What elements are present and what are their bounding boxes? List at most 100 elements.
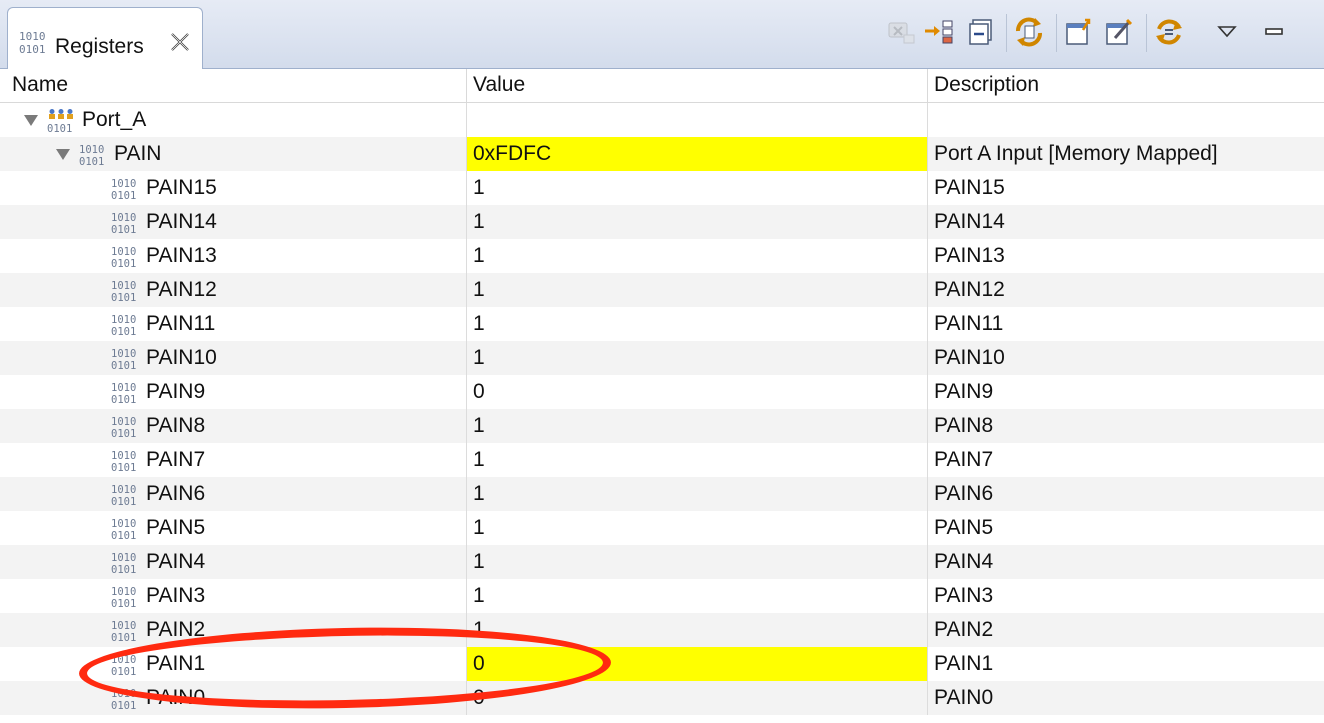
edit-import-icon[interactable] — [1102, 10, 1136, 54]
register-name: PAIN6 — [146, 482, 206, 505]
view-tab-bar: 1010 0101 Registers — [0, 0, 1324, 69]
name-cell[interactable]: 1010 0101 PAIN11 — [0, 307, 466, 341]
register-row-pain1[interactable]: 1010 0101 PAIN1 0 PAIN1 — [0, 647, 1324, 681]
register-name: PAIN — [114, 142, 162, 165]
svg-text:0101: 0101 — [19, 43, 46, 56]
value-cell[interactable]: 0 — [466, 647, 927, 681]
name-cell[interactable]: 1010 0101 PAIN14 — [0, 205, 466, 239]
name-cell[interactable]: 1010 0101 PAIN9 — [0, 375, 466, 409]
register-row-pain[interactable]: 1010 0101 PAIN 0xFDFC Port A Input [Memory M… — [0, 137, 1324, 171]
register-row-pain2[interactable]: 1010 0101 PAIN2 1 PAIN2 — [0, 613, 1324, 647]
value-cell[interactable]: 1 — [466, 307, 927, 341]
register-row-pain13[interactable]: 1010 0101 PAIN13 1 PAIN13 — [0, 239, 1324, 273]
view-toolbar — [884, 10, 1324, 58]
svg-text:1010: 1010 — [111, 314, 136, 326]
svg-text:0101: 0101 — [111, 428, 136, 440]
name-cell[interactable]: 1010 0101 PAIN6 — [0, 477, 466, 511]
tab-registers[interactable]: 1010 0101 Registers — [7, 7, 203, 69]
svg-text:0101: 0101 — [111, 258, 136, 270]
svg-text:0101: 0101 — [111, 224, 136, 236]
register-row-pain12[interactable]: 1010 0101 PAIN12 1 PAIN12 — [0, 273, 1324, 307]
register-name: Port_A — [82, 108, 147, 131]
name-cell[interactable]: 1010 0101 PAIN12 — [0, 273, 466, 307]
description-cell: PAIN13 — [927, 239, 1324, 273]
svg-text:0101: 0101 — [111, 666, 136, 678]
close-icon[interactable] — [168, 30, 192, 54]
value-cell[interactable]: 1 — [466, 545, 927, 579]
register-name: PAIN2 — [146, 618, 206, 641]
move-to-tree-icon[interactable] — [922, 10, 956, 54]
value-cell[interactable]: 1 — [466, 443, 927, 477]
view-menu-icon[interactable] — [1210, 10, 1244, 54]
svg-text:0101: 0101 — [111, 598, 136, 610]
name-cell[interactable]: 1010 0101 PAIN5 — [0, 511, 466, 545]
column-header-value[interactable]: Value — [466, 69, 927, 102]
value-cell[interactable]: 1 — [466, 579, 927, 613]
value-cell[interactable]: 1 — [466, 171, 927, 205]
value-cell[interactable]: 1 — [466, 477, 927, 511]
register-row-pain14[interactable]: 1010 0101 PAIN14 1 PAIN14 — [0, 205, 1324, 239]
name-cell[interactable]: 1010 0101 PAIN — [0, 137, 466, 171]
name-cell[interactable]: 1010 0101 PAIN2 — [0, 613, 466, 647]
description-cell: Port A Input [Memory Mapped] — [927, 137, 1324, 171]
expand-toggle-icon[interactable] — [24, 115, 38, 126]
register-name: PAIN0 — [146, 686, 206, 709]
column-header-name[interactable]: Name — [0, 69, 466, 102]
value-cell[interactable] — [466, 103, 927, 137]
description-cell: PAIN7 — [927, 443, 1324, 477]
register-row-pain5[interactable]: 1010 0101 PAIN5 1 PAIN5 — [0, 511, 1324, 545]
name-cell[interactable]: 1010 0101 PAIN0 — [0, 681, 466, 715]
value-cell[interactable]: 1 — [466, 205, 927, 239]
new-export-icon[interactable] — [1062, 10, 1096, 54]
name-cell[interactable]: 1010 0101 PAIN8 — [0, 409, 466, 443]
name-cell[interactable]: 1010 0101 PAIN7 — [0, 443, 466, 477]
register-row-pain8[interactable]: 1010 0101 PAIN8 1 PAIN8 — [0, 409, 1324, 443]
description-cell: PAIN3 — [927, 579, 1324, 613]
toolbar-separator — [1146, 14, 1147, 52]
svg-text:1010: 1010 — [111, 280, 136, 292]
register-row-pain10[interactable]: 1010 0101 PAIN10 1 PAIN10 — [0, 341, 1324, 375]
register-name: PAIN15 — [146, 176, 217, 199]
register-row-pain9[interactable]: 1010 0101 PAIN9 0 PAIN9 — [0, 375, 1324, 409]
refresh-icon[interactable] — [1152, 10, 1186, 54]
value-cell[interactable]: 1 — [466, 409, 927, 443]
register-name: PAIN9 — [146, 380, 206, 403]
minimize-icon[interactable] — [1256, 10, 1290, 54]
value-cell[interactable]: 0 — [466, 375, 927, 409]
column-header-description[interactable]: Description — [927, 69, 1324, 102]
name-cell[interactable]: 1010 0101 PAIN13 — [0, 239, 466, 273]
register-row-pain7[interactable]: 1010 0101 PAIN7 1 PAIN7 — [0, 443, 1324, 477]
value-cell[interactable]: 1 — [466, 511, 927, 545]
value-cell[interactable]: 1 — [466, 341, 927, 375]
register-row-pain3[interactable]: 1010 0101 PAIN3 1 PAIN3 — [0, 579, 1324, 613]
svg-text:1010: 1010 — [111, 688, 136, 700]
value-cell[interactable]: 1 — [466, 239, 927, 273]
name-cell[interactable]: 0101 Port_A — [0, 103, 466, 137]
name-cell[interactable]: 1010 0101 PAIN4 — [0, 545, 466, 579]
svg-text:1010: 1010 — [111, 382, 136, 394]
name-cell[interactable]: 1010 0101 PAIN3 — [0, 579, 466, 613]
sync-registers-icon[interactable] — [1012, 10, 1046, 54]
register-row-pain15[interactable]: 1010 0101 PAIN15 1 PAIN15 — [0, 171, 1324, 205]
register-row-pain0[interactable]: 1010 0101 PAIN0 0 PAIN0 — [0, 681, 1324, 715]
svg-text:0101: 0101 — [111, 700, 136, 712]
collapse-all-icon[interactable] — [964, 10, 998, 54]
value-cell[interactable]: 1 — [466, 273, 927, 307]
tab-label: Registers — [55, 35, 144, 58]
toolbar-separator — [1056, 14, 1057, 52]
register-row-pain4[interactable]: 1010 0101 PAIN4 1 PAIN4 — [0, 545, 1324, 579]
expand-toggle-icon[interactable] — [56, 149, 70, 160]
name-cell[interactable]: 1010 0101 PAIN10 — [0, 341, 466, 375]
description-cell: PAIN4 — [927, 545, 1324, 579]
register-row-port-a[interactable]: 0101 Port_A — [0, 103, 1324, 137]
register-row-pain11[interactable]: 1010 0101 PAIN11 1 PAIN11 — [0, 307, 1324, 341]
value-cell[interactable]: 0xFDFC — [466, 137, 927, 171]
svg-text:0101: 0101 — [111, 292, 136, 304]
name-cell[interactable]: 1010 0101 PAIN15 — [0, 171, 466, 205]
value-cell[interactable]: 1 — [466, 613, 927, 647]
svg-text:1010: 1010 — [111, 552, 136, 564]
name-cell[interactable]: 1010 0101 PAIN1 — [0, 647, 466, 681]
register-row-pain6[interactable]: 1010 0101 PAIN6 1 PAIN6 — [0, 477, 1324, 511]
value-cell[interactable]: 0 — [466, 681, 927, 715]
svg-text:1010: 1010 — [111, 178, 136, 190]
